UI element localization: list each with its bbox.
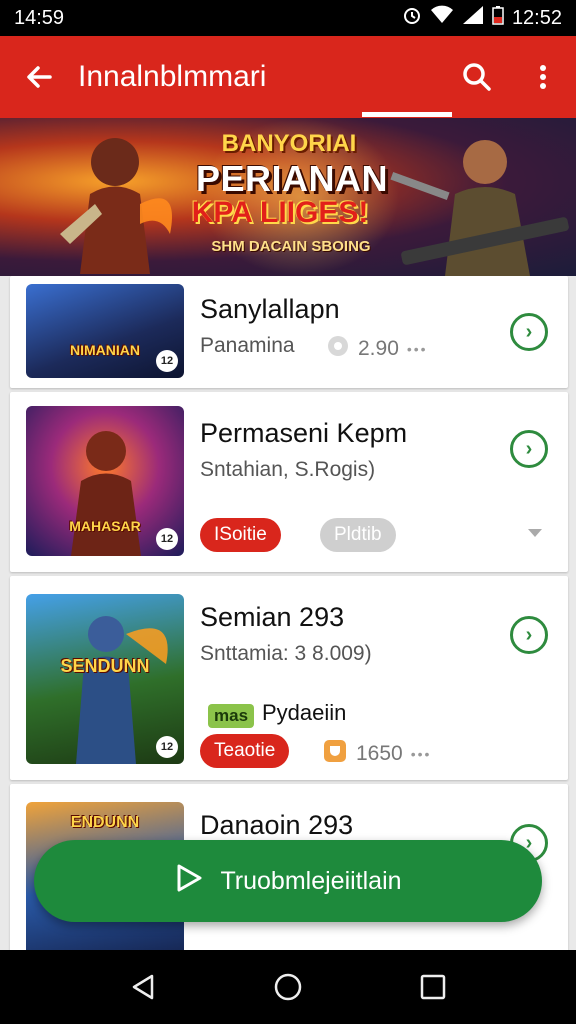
list-item[interactable]: NIMANIAN 12 Sanylallapn Panamina 2.90 ••… <box>10 276 568 388</box>
nav-recents-button[interactable] <box>403 957 463 1017</box>
nav-recents-icon <box>421 974 446 1000</box>
item-rating: 2.90 ••• <box>326 334 428 364</box>
thumbnail-caption: SENDUNN <box>60 656 150 676</box>
banner-line-2: PERIANAN <box>196 158 389 199</box>
thumbnail-caption: NIMANIAN <box>70 342 140 358</box>
rating-value: 2.90 <box>358 337 399 360</box>
trophy-icon <box>322 738 348 770</box>
banner-line-3: KPA LIIGES! <box>191 196 369 229</box>
banner-line-4: SHM DACAIN SBOING <box>211 238 371 255</box>
nav-home-icon <box>274 973 302 1001</box>
wifi-icon <box>430 5 454 31</box>
rating-value: 1650 <box>356 742 403 765</box>
more-vert-icon <box>540 65 546 89</box>
item-thumbnail: SENDUNN 12 <box>26 594 184 764</box>
status-badge[interactable]: ISoitie <box>200 518 281 552</box>
chevron-right-icon: › <box>525 623 533 646</box>
chevron-right-icon: › <box>525 320 533 343</box>
item-rating: 1650 ••• <box>322 738 431 770</box>
rating-icon <box>326 334 350 364</box>
nav-back-button[interactable] <box>113 957 173 1017</box>
open-button[interactable]: › <box>510 313 548 351</box>
item-subtitle: Sntahian, S.Rogis) <box>200 458 376 481</box>
battery-icon <box>492 5 504 31</box>
genre-tag: mas <box>208 704 255 728</box>
item-title: Danaoin 293 <box>200 810 354 840</box>
item-subtitle: Snttamia: 3 8.009) <box>200 642 372 665</box>
item-title: Sanylallapn <box>200 294 340 324</box>
status-time-right: 12:52 <box>511 6 562 29</box>
more-dots-icon: ••• <box>406 341 428 357</box>
item-title: Semian 293 <box>200 602 345 632</box>
more-dots-icon: ••• <box>410 746 432 762</box>
back-arrow-icon <box>27 66 52 88</box>
status-icons: 12:52 <box>402 5 562 31</box>
open-button[interactable]: › <box>510 430 548 468</box>
page-title: Innalnblmmari <box>78 60 267 93</box>
item-subtitle: Panamina <box>200 334 295 357</box>
back-button[interactable] <box>0 36 78 118</box>
search-icon <box>463 63 491 91</box>
alarm-icon <box>402 5 422 31</box>
age-rating-icon: 12 <box>156 736 178 758</box>
primary-action-button[interactable]: Truobmlejeiitlain <box>34 840 542 922</box>
item-title: Permaseni Kepm <box>200 418 408 448</box>
expand-button[interactable] <box>526 526 544 544</box>
play-store-icon <box>174 863 204 900</box>
nav-home-button[interactable] <box>258 957 318 1017</box>
thumbnail-caption: MAHASAR <box>69 518 141 534</box>
thumbnail-caption: ENDUNN <box>70 814 140 831</box>
status-time-left: 14:59 <box>14 6 65 29</box>
secondary-badge[interactable]: Pldtib <box>320 518 396 552</box>
signal-icon <box>462 5 484 31</box>
list-item[interactable]: MAHASAR 12 Permaseni Kepm Sntahian, S.Ro… <box>10 392 568 572</box>
promo-banner[interactable]: BANYORIAI PERIANAN KPA LIIGES! SHM DACAI… <box>0 118 576 276</box>
chevron-down-icon <box>528 529 542 537</box>
more-options-button[interactable] <box>510 36 576 118</box>
banner-line-1: BANYORIAI <box>221 130 357 157</box>
chevron-right-icon: › <box>525 437 533 460</box>
app-bar: Innalnblmmari <box>0 36 576 118</box>
item-thumbnail: NIMANIAN 12 <box>26 284 184 378</box>
search-button[interactable] <box>444 36 510 118</box>
age-rating-icon: 12 <box>156 528 178 550</box>
genre-label: Pydaeiin <box>262 700 347 725</box>
active-tab-indicator <box>362 112 452 117</box>
banner-hero-left-image <box>60 138 172 274</box>
open-button[interactable]: › <box>510 616 548 654</box>
list-item[interactable]: SENDUNN 12 Semian 293 Snttamia: 3 8.009)… <box>10 576 568 780</box>
status-bar: 14:59 12:52 <box>0 0 576 36</box>
item-thumbnail: MAHASAR 12 <box>26 406 184 556</box>
primary-action-label: Truobmlejeiitlain <box>220 866 402 895</box>
nav-back-icon <box>132 974 153 1000</box>
age-rating-icon: 12 <box>156 350 178 372</box>
banner-hero-right-image <box>390 140 569 276</box>
system-nav-bar <box>0 950 576 1024</box>
status-badge[interactable]: Teaotie <box>200 734 290 768</box>
